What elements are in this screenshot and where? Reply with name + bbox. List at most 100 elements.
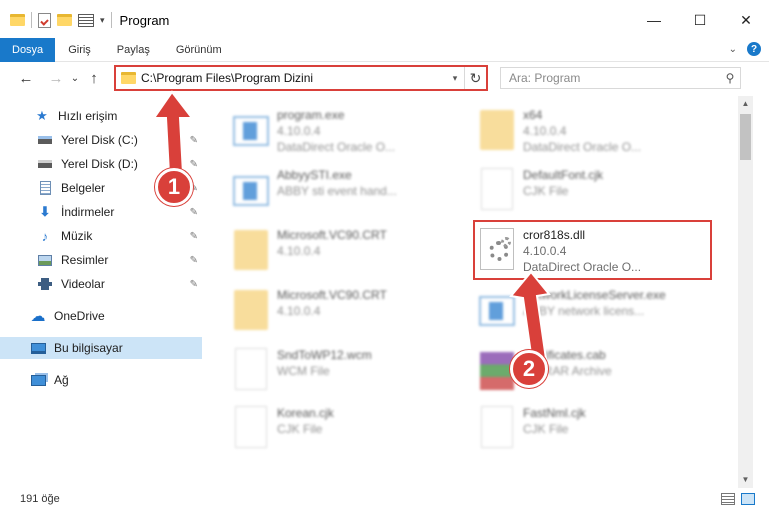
file-version: 4.10.0.4 — [523, 124, 567, 138]
sidebar-item-label: Bu bilgisayar — [54, 341, 123, 355]
exe-file-icon — [233, 176, 269, 206]
sidebar-item-label: Müzik — [61, 229, 93, 243]
back-button[interactable]: ← — [14, 70, 38, 87]
folder-icon — [234, 290, 268, 330]
pin-icon[interactable]: ✎ — [190, 279, 198, 290]
tab-view[interactable]: Görünüm — [163, 38, 235, 62]
file-name: program.exe — [277, 108, 345, 122]
file-name: Microsoft.VC90.CRT — [277, 288, 387, 302]
pin-icon[interactable]: ✎ — [190, 255, 198, 266]
document-file-icon — [481, 168, 513, 210]
file-version: 4.10.0.4 — [277, 244, 321, 258]
close-button[interactable]: ✕ — [723, 0, 769, 40]
expand-ribbon-chevron-icon[interactable]: ⌄ — [729, 44, 737, 55]
refresh-icon[interactable]: ↻ — [464, 67, 486, 89]
title-bar: ▾ Program — ☐ ✕ — [0, 0, 769, 40]
file-item[interactable]: DefaultFont.cjk CJK File — [477, 166, 707, 220]
recent-locations-button[interactable]: ⌄ — [68, 73, 82, 84]
pin-icon[interactable]: ✎ — [190, 231, 198, 242]
file-item[interactable]: Microsoft.VC90.CRT 4.10.0.4 — [231, 286, 461, 340]
vertical-scrollbar[interactable]: ▲ ▼ — [738, 96, 753, 488]
item-count: 191 öğe — [20, 493, 60, 505]
details-view-icon[interactable] — [721, 493, 735, 505]
separator — [31, 12, 32, 28]
sidebar-item-onedrive[interactable]: ☁ OneDrive — [0, 305, 202, 327]
scrollbar-thumb[interactable] — [740, 114, 751, 160]
sidebar-item-this-pc[interactable]: Bu bilgisayar — [0, 337, 202, 359]
file-type: WCM File — [277, 364, 330, 378]
exe-file-icon — [233, 116, 269, 146]
file-name: Microsoft.VC90.CRT — [277, 228, 387, 242]
file-description: DataDirect Oracle O... — [523, 140, 642, 154]
sidebar-item-videos[interactable]: Videolar ✎ — [0, 273, 202, 295]
quick-access-toolbar: ▾ — [0, 0, 112, 40]
file-name: DefaultFont.cjk — [523, 168, 604, 182]
file-version: 4.10.0.4 — [277, 124, 321, 138]
view-options-icon[interactable] — [78, 13, 94, 27]
scroll-down-icon[interactable]: ▼ — [738, 472, 753, 488]
drive-icon — [37, 157, 53, 171]
search-input[interactable]: Ara: Program ⚲ — [500, 67, 741, 89]
sidebar-item-label: Videolar — [61, 277, 105, 291]
file-item[interactable]: FastNml.cjk CJK File — [477, 404, 707, 458]
cloud-icon: ☁ — [30, 308, 46, 325]
folder-icon — [10, 14, 25, 26]
computer-icon — [30, 341, 46, 355]
star-icon: ★ — [36, 108, 48, 123]
music-icon: ♪ — [41, 228, 49, 244]
file-item[interactable]: SndToWP12.wcm WCM File — [231, 346, 461, 400]
file-item[interactable]: Korean.cjk CJK File — [231, 404, 461, 458]
tab-file[interactable]: Dosya — [0, 37, 56, 62]
file-name: SndToWP12.wcm — [277, 348, 372, 362]
file-type: CJK File — [523, 184, 569, 198]
folder-icon — [234, 230, 268, 270]
sidebar-item-label: Ağ — [54, 373, 69, 387]
callout-badge-1: 1 — [155, 168, 193, 206]
minimize-button[interactable]: — — [631, 0, 677, 40]
sidebar-item-pictures[interactable]: Resimler ✎ — [0, 249, 202, 271]
separator — [110, 12, 112, 28]
customize-toolbar-chevron-icon[interactable]: ▾ — [100, 15, 105, 26]
file-name: AbbyySTI.exe — [277, 168, 352, 182]
videos-icon — [37, 277, 53, 291]
tiles-view-icon[interactable] — [741, 493, 755, 505]
file-name: FastNml.cjk — [523, 406, 586, 420]
file-type: CJK File — [277, 422, 323, 436]
sidebar-item-label: İndirmeler — [61, 205, 115, 219]
properties-icon[interactable] — [38, 12, 51, 28]
forward-button[interactable]: → — [44, 70, 68, 87]
navigation-bar: ← → ⌄ ↑ C:\Program Files\Program Dizini … — [0, 63, 769, 93]
tab-share[interactable]: Paylaş — [104, 38, 163, 62]
sidebar-item-network[interactable]: Ağ — [0, 369, 202, 391]
sidebar-item-label: Hızlı erişim — [58, 109, 118, 123]
tab-home[interactable]: Giriş — [55, 38, 104, 62]
document-file-icon — [481, 406, 513, 448]
pictures-icon — [37, 253, 53, 267]
window-title: Program — [119, 12, 170, 28]
file-item[interactable]: program.exe 4.10.0.4 DataDirect Oracle O..… — [231, 106, 461, 160]
new-folder-icon[interactable] — [57, 14, 72, 26]
file-item[interactable]: x64 4.10.0.4 DataDirect Oracle O... — [477, 106, 707, 160]
callout-badge-2: 2 — [510, 350, 548, 388]
address-dropdown-icon[interactable]: ▾ — [446, 73, 464, 84]
document-file-icon — [235, 348, 267, 390]
up-button[interactable]: ↑ — [82, 70, 106, 87]
search-placeholder: Ara: Program — [509, 71, 581, 85]
search-icon[interactable]: ⚲ — [720, 71, 740, 85]
file-type: CJK File — [523, 422, 569, 436]
file-list: program.exe 4.10.0.4 DataDirect Oracle O..… — [203, 98, 738, 488]
status-bar: 191 öğe — [0, 488, 769, 510]
sidebar-item-label: OneDrive — [54, 309, 105, 323]
file-item[interactable]: AbbyySTI.exe ABBY sti event hand... — [231, 166, 461, 220]
file-item[interactable]: Microsoft.VC90.CRT 4.10.0.4 — [231, 226, 461, 280]
address-path[interactable]: C:\Program Files\Program Dizini — [141, 71, 446, 85]
file-name: x64 — [523, 108, 543, 122]
sidebar-item-music[interactable]: ♪ Müzik ✎ — [0, 225, 202, 247]
maximize-button[interactable]: ☐ — [677, 0, 723, 40]
ribbon-tabs: Dosya Giriş Paylaş Görünüm ⌄ ? — [0, 37, 769, 62]
scroll-up-icon[interactable]: ▲ — [738, 96, 753, 112]
network-icon — [30, 373, 46, 387]
pin-icon[interactable]: ✎ — [190, 207, 198, 218]
document-file-icon — [235, 406, 267, 448]
help-icon[interactable]: ? — [747, 42, 761, 56]
